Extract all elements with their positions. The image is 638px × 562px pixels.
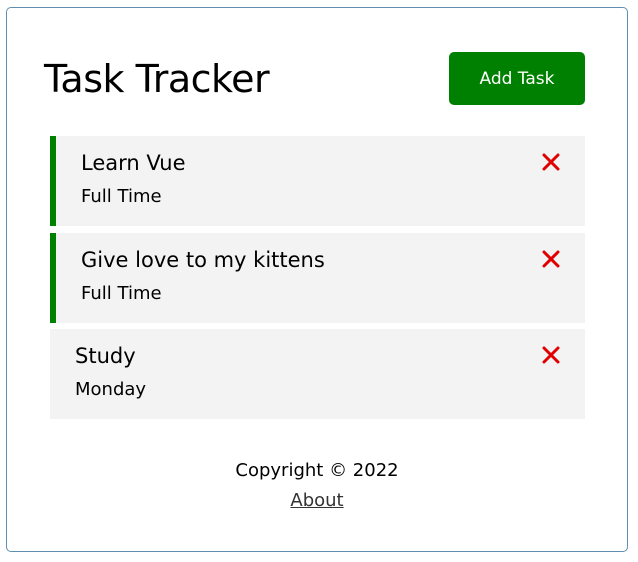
task-name: Give love to my kittens	[81, 248, 325, 272]
task-item[interactable]: Study Monday	[50, 329, 585, 419]
header: Task Tracker Add Task	[7, 8, 627, 128]
footer: Copyright © 2022 About	[7, 456, 627, 516]
task-day: Monday	[75, 379, 147, 400]
task-item[interactable]: Give love to my kittens Full Time	[50, 233, 585, 323]
task-name: Learn Vue	[81, 151, 186, 175]
task-name: Study	[75, 344, 136, 368]
copyright-text: Copyright © 2022	[235, 460, 399, 481]
task-item[interactable]: Learn Vue Full Time	[50, 136, 585, 226]
close-icon[interactable]	[541, 345, 561, 365]
add-task-button[interactable]: Add Task	[449, 52, 585, 105]
about-link[interactable]: About	[290, 490, 343, 511]
task-day: Full Time	[81, 186, 162, 207]
close-icon[interactable]	[541, 249, 561, 269]
close-icon[interactable]	[541, 152, 561, 172]
task-day: Full Time	[81, 283, 162, 304]
page-title: Task Tracker	[44, 57, 270, 101]
app-container: Task Tracker Add Task Learn Vue Full Tim…	[6, 7, 628, 552]
